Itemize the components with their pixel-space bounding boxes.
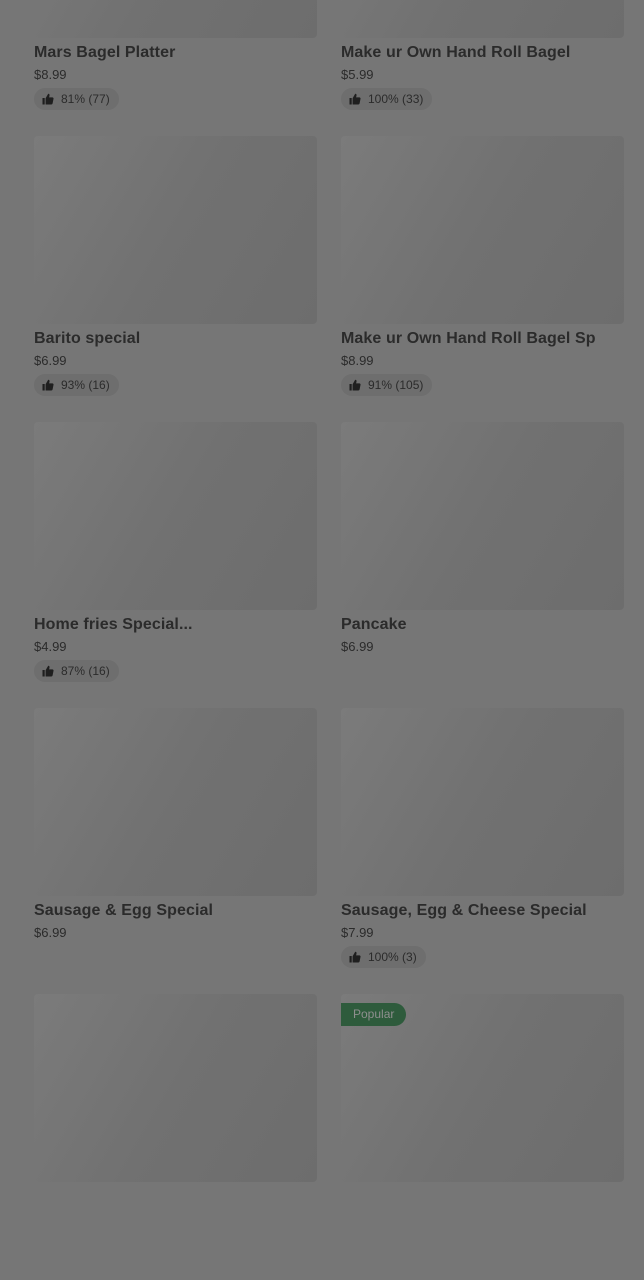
menu-item-card[interactable]: Popular — [341, 994, 624, 1280]
rating-pill: 100% (33) — [341, 88, 433, 110]
menu-item-name: Sausage, Egg & Cheese Special — [341, 902, 587, 919]
menu-item-price: $8.99 — [341, 353, 374, 368]
menu-item-card[interactable]: Pancake $6.99 — [341, 422, 624, 708]
menu-item-image[interactable] — [341, 708, 624, 896]
menu-item-grid: Mars Bagel Platter $8.99 81% (77) Make u… — [34, 0, 624, 1280]
menu-item-image[interactable] — [341, 422, 624, 610]
menu-item-image[interactable] — [341, 0, 624, 38]
menu-item-price: $5.99 — [341, 67, 374, 82]
menu-item-card[interactable]: Sausage & Egg Special $6.99 — [34, 708, 317, 994]
menu-item-card[interactable]: Home fries Special... $4.99 87% (16) — [34, 422, 317, 708]
menu-item-price: $6.99 — [34, 925, 67, 940]
menu-item-name: Make ur Own Hand Roll Bagel — [341, 44, 571, 61]
thumbs-up-icon — [42, 379, 54, 391]
menu-item-price: $7.99 — [341, 925, 374, 940]
rating-pill: 93% (16) — [34, 374, 119, 396]
menu-item-card[interactable]: Make ur Own Hand Roll Bagel $5.99 100% (… — [341, 0, 624, 136]
menu-item-name: Mars Bagel Platter — [34, 44, 176, 61]
menu-item-image[interactable] — [34, 708, 317, 896]
rating-pill: 87% (16) — [34, 660, 119, 682]
popular-badge: Popular — [341, 1003, 407, 1026]
menu-item-name: Make ur Own Hand Roll Bagel Sp — [341, 330, 596, 347]
rating-pill: 91% (105) — [341, 374, 433, 396]
menu-item-price: $8.99 — [34, 67, 67, 82]
rating-text: 93% (16) — [61, 378, 110, 392]
menu-item-price: $6.99 — [341, 639, 374, 654]
menu-item-image[interactable] — [34, 0, 317, 38]
menu-item-card[interactable]: Mars Bagel Platter $8.99 81% (77) — [34, 0, 317, 136]
rating-text: 100% (33) — [368, 92, 424, 106]
rating-text: 100% (3) — [368, 950, 417, 964]
menu-item-name: Home fries Special... — [34, 616, 193, 633]
menu-item-image[interactable] — [34, 422, 317, 610]
thumbs-up-icon — [349, 379, 361, 391]
rating-pill: 100% (3) — [341, 946, 426, 968]
menu-item-card[interactable]: Sausage, Egg & Cheese Special $7.99 100%… — [341, 708, 624, 994]
rating-text: 91% (105) — [368, 378, 424, 392]
menu-item-price: $4.99 — [34, 639, 67, 654]
menu-item-image[interactable] — [341, 136, 624, 324]
thumbs-up-icon — [42, 93, 54, 105]
menu-item-image[interactable] — [34, 994, 317, 1182]
rating-pill: 81% (77) — [34, 88, 119, 110]
menu-item-card[interactable] — [34, 994, 317, 1280]
menu-item-image[interactable]: Popular — [341, 994, 624, 1182]
menu-item-name: Sausage & Egg Special — [34, 902, 214, 919]
menu-item-name: Barito special — [34, 330, 141, 347]
menu-item-name: Pancake — [341, 616, 407, 633]
menu-item-card[interactable]: Make ur Own Hand Roll Bagel Sp $8.99 91%… — [341, 136, 624, 422]
rating-text: 87% (16) — [61, 664, 110, 678]
thumbs-up-icon — [42, 665, 54, 677]
rating-text: 81% (77) — [61, 92, 110, 106]
menu-item-card[interactable]: Barito special $6.99 93% (16) — [34, 136, 317, 422]
thumbs-up-icon — [349, 93, 361, 105]
menu-item-image[interactable] — [34, 136, 317, 324]
menu-item-price: $6.99 — [34, 353, 67, 368]
thumbs-up-icon — [349, 951, 361, 963]
